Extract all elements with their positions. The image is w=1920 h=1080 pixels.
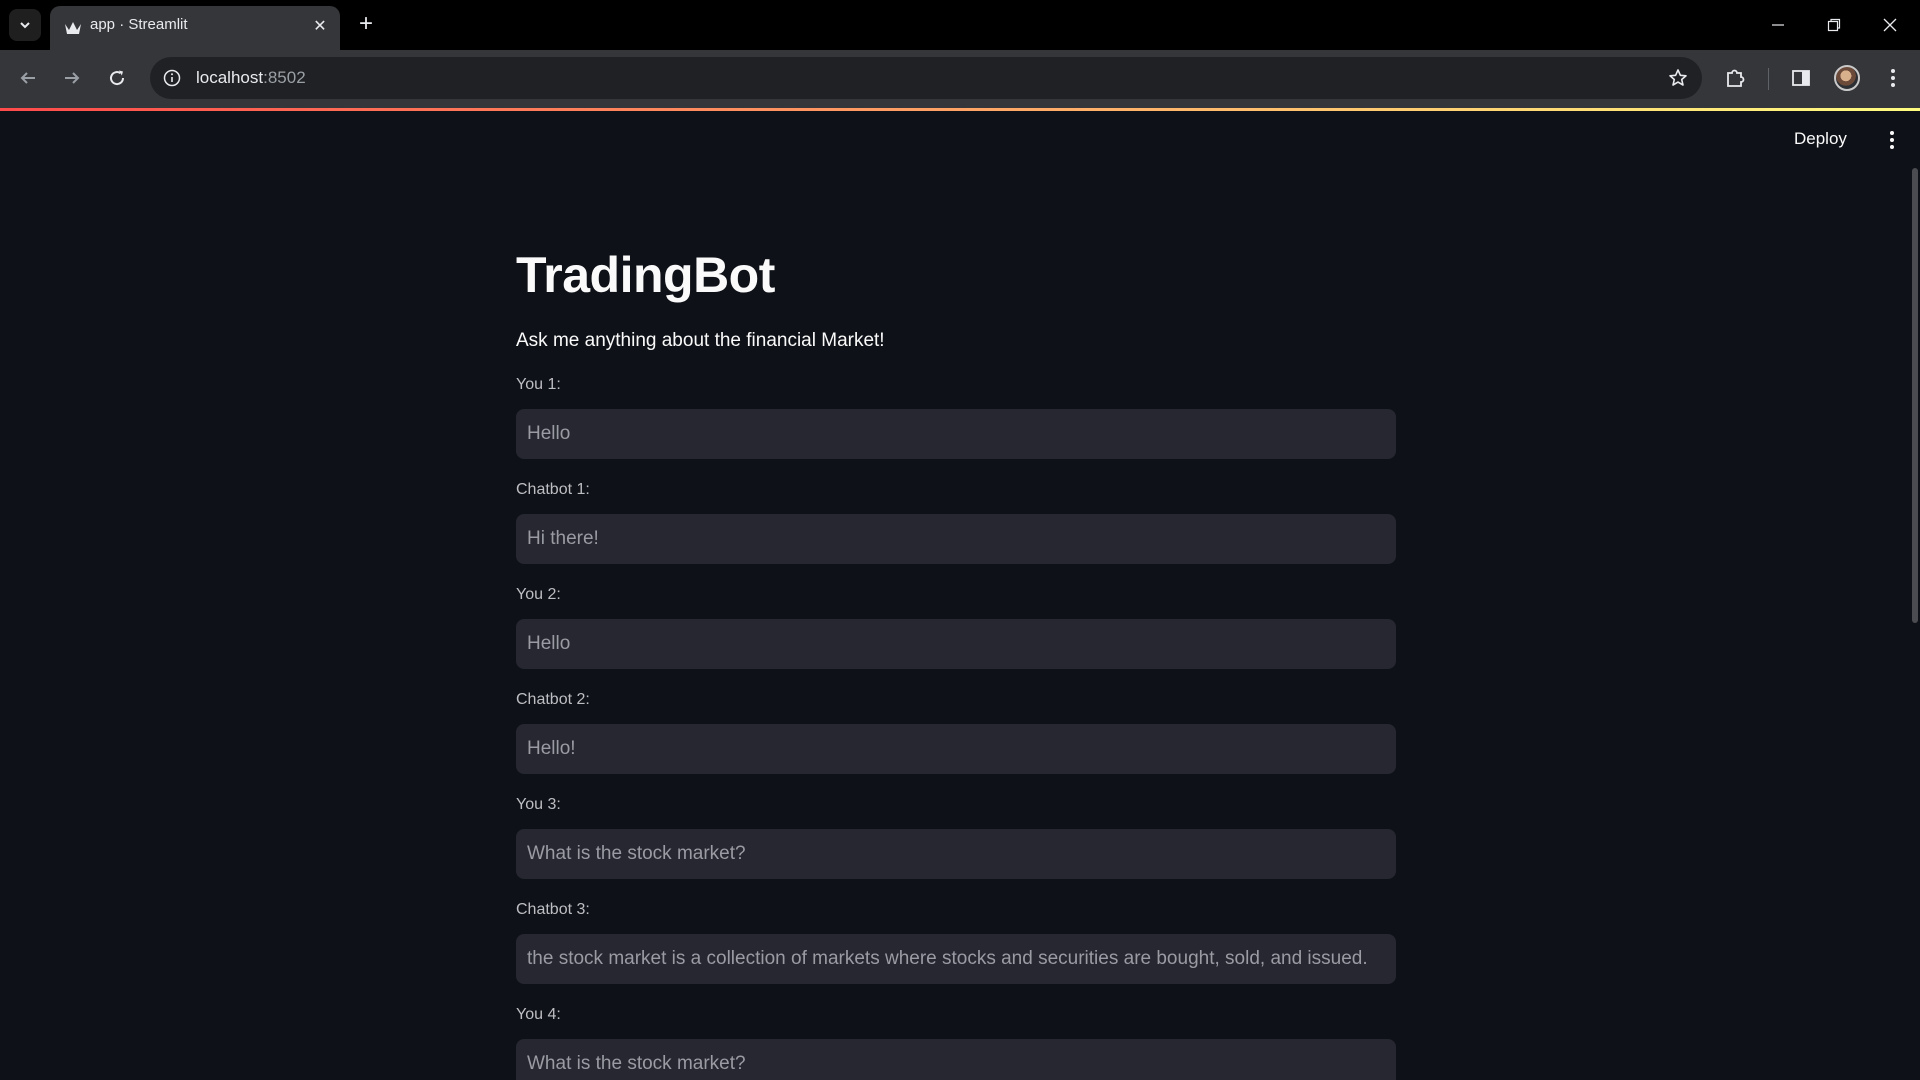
restore-button[interactable]	[1806, 0, 1862, 50]
main-content: TradingBot Ask me anything about the fin…	[516, 248, 1396, 1080]
field-label: Chatbot 2:	[516, 691, 590, 708]
text-input[interactable]: Hello	[516, 409, 1396, 459]
address-bar[interactable]: localhost:8502	[150, 57, 1702, 99]
app-menu-icon[interactable]	[1882, 128, 1902, 152]
reload-button[interactable]	[99, 60, 135, 96]
field-label: You 4:	[516, 1006, 561, 1023]
extensions-button[interactable]	[1718, 61, 1752, 95]
bookmark-star-icon[interactable]	[1666, 66, 1690, 90]
field-label: You 2:	[516, 586, 561, 603]
browser-toolbar: localhost:8502	[0, 50, 1920, 108]
text-input[interactable]: the stock market is a collection of mark…	[516, 934, 1396, 984]
header-decoration-bar	[0, 108, 1920, 111]
tab-search-button[interactable]	[9, 9, 41, 41]
close-window-button[interactable]	[1862, 0, 1918, 50]
field-label: You 1:	[516, 376, 561, 393]
minimize-icon	[1772, 24, 1784, 26]
conversation-field: You 1: Hello	[516, 376, 1396, 459]
conversation-field: You 4: What is the stock market?	[516, 1006, 1396, 1080]
text-input[interactable]: Hi there!	[516, 514, 1396, 564]
streamlit-app: Deploy TradingBot Ask me anything about …	[0, 108, 1920, 1080]
text-input[interactable]: Hello	[516, 619, 1396, 669]
deploy-button[interactable]: Deploy	[1794, 126, 1847, 152]
text-input[interactable]: What is the stock market?	[516, 829, 1396, 879]
browser-tab-bar: app · Streamlit ✕ +	[0, 0, 1920, 50]
field-label: You 3:	[516, 796, 561, 813]
page-title: TradingBot	[516, 247, 775, 303]
site-info-icon[interactable]	[160, 66, 184, 90]
chevron-down-icon	[20, 22, 30, 29]
conversation-field: Chatbot 1: Hi there!	[516, 481, 1396, 564]
close-icon	[1883, 18, 1897, 32]
url-text: localhost:8502	[196, 57, 306, 99]
url-port: :8502	[263, 68, 306, 87]
text-input[interactable]: Hello!	[516, 724, 1396, 774]
puzzle-icon	[1727, 69, 1745, 87]
conversation-field: Chatbot 2: Hello!	[516, 691, 1396, 774]
restore-icon	[1827, 18, 1841, 32]
field-label: Chatbot 1:	[516, 481, 590, 498]
vertical-dots-icon	[1891, 69, 1895, 87]
conversation-field: You 3: What is the stock market?	[516, 796, 1396, 879]
tab-close-icon[interactable]: ✕	[310, 16, 330, 36]
arrow-left-icon	[20, 72, 35, 84]
tab-title: app · Streamlit	[90, 16, 188, 33]
streamlit-crown-icon	[65, 22, 81, 34]
arrow-right-icon	[65, 72, 80, 84]
minimize-button[interactable]	[1750, 0, 1806, 50]
forward-button[interactable]	[54, 60, 90, 96]
browser-tab[interactable]: app · Streamlit ✕	[50, 6, 340, 50]
new-tab-button[interactable]: +	[352, 10, 380, 38]
conversation-field: Chatbot 3: the stock market is a collect…	[516, 901, 1396, 984]
page-subtitle: Ask me anything about the financial Mark…	[516, 330, 885, 351]
conversation-field: You 2: Hello	[516, 586, 1396, 669]
scrollbar-thumb[interactable]	[1912, 168, 1918, 623]
side-panel-button[interactable]	[1784, 61, 1818, 95]
browser-menu-button[interactable]	[1876, 61, 1910, 95]
reload-icon	[110, 70, 125, 86]
side-panel-icon	[1792, 70, 1810, 86]
toolbar-separator	[1768, 68, 1769, 90]
profile-avatar[interactable]	[1834, 65, 1860, 91]
url-host: localhost	[196, 68, 264, 87]
back-button[interactable]	[10, 60, 46, 96]
text-input[interactable]: What is the stock market?	[516, 1039, 1396, 1080]
field-label: Chatbot 3:	[516, 901, 590, 918]
